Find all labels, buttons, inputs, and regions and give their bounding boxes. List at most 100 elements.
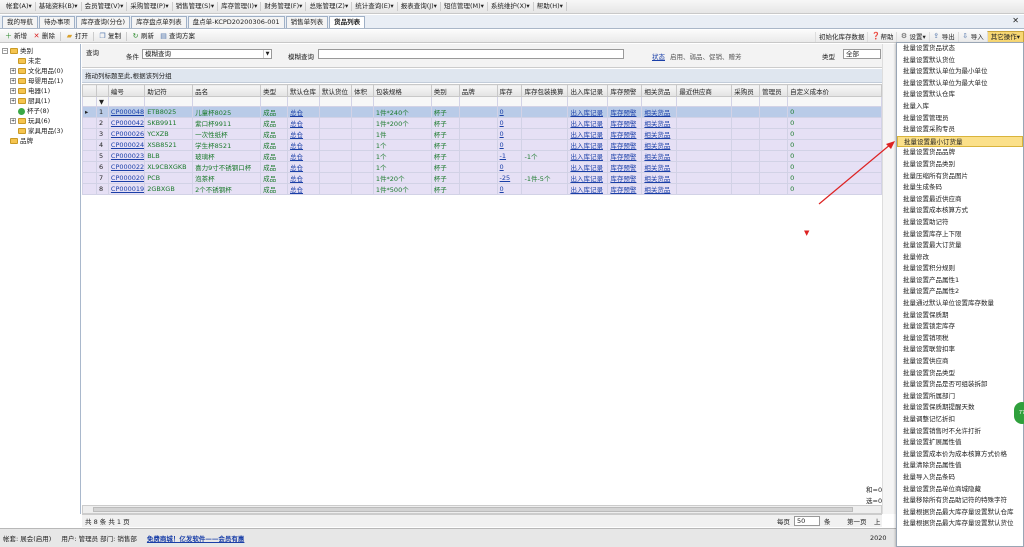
menu-item[interactable]: 系统维护(X)▾ <box>488 2 534 11</box>
condition-select[interactable]: 模糊查询 ▼ <box>142 49 272 59</box>
table-cell[interactable]: 相关货品 <box>641 128 678 140</box>
menu-item-batch[interactable]: 批量设置成本价为成本核算方式价格 <box>897 449 1023 461</box>
menu-item-batch[interactable]: 批量设置销售时不允许打折 <box>897 426 1023 438</box>
table-cell[interactable]: 1件*200个 <box>372 117 432 129</box>
menu-item-batch[interactable]: 批量导入货品条码 <box>897 472 1023 484</box>
table-cell[interactable]: 出入库记录 <box>567 117 609 129</box>
horizontal-scrollbar[interactable] <box>82 505 882 514</box>
table-cell[interactable]: 1件*500个 <box>372 183 432 195</box>
table-cell[interactable]: 出入库记录 <box>567 161 609 173</box>
menu-item-batch[interactable]: 批量设置默认单位为最大单位 <box>897 78 1023 90</box>
status-link[interactable]: 状态 <box>652 51 665 61</box>
table-cell[interactable] <box>521 106 569 118</box>
menu-item-batch[interactable]: 批量设置产品属性1 <box>897 275 1023 287</box>
column-header[interactable]: 默认货位 <box>318 84 352 97</box>
table-cell[interactable]: 成品 <box>260 139 289 151</box>
filter-cell[interactable] <box>731 96 761 107</box>
table-cell[interactable]: 一次性纸杯 <box>192 128 262 140</box>
menu-item-batch[interactable]: 批量设置扩展属性值 <box>897 437 1023 449</box>
menu-item-batch[interactable]: 批量设置最小订货量 <box>897 135 1023 148</box>
grid-vertical-scrollbar[interactable] <box>882 44 896 514</box>
table-cell[interactable]: 0 <box>496 161 523 173</box>
filter-cell[interactable] <box>496 96 523 107</box>
menu-item-batch[interactable]: 批量设置默认单位为最小单位 <box>897 66 1023 78</box>
table-cell[interactable]: 库存预警 <box>607 128 643 140</box>
menu-item[interactable]: 总账管理(Z)▾ <box>306 2 353 11</box>
menu-item-batch[interactable]: 批量设置所属部门 <box>897 391 1023 403</box>
table-cell[interactable]: 成品 <box>260 150 289 162</box>
column-header[interactable] <box>82 84 97 97</box>
copy-button[interactable]: ❐ 复制 <box>96 31 124 41</box>
table-cell[interactable]: 1个 <box>372 161 432 173</box>
table-cell[interactable]: 0 <box>787 106 882 118</box>
table-cell[interactable]: 总仓 <box>287 139 320 151</box>
table-cell[interactable]: XSB8521 <box>144 139 194 151</box>
scrollbar-thumb[interactable] <box>93 507 853 512</box>
prev-page-button[interactable]: 上 <box>874 516 881 526</box>
table-cell[interactable]: 1件 <box>372 128 432 140</box>
table-cell[interactable] <box>521 183 569 195</box>
menu-item-batch[interactable]: 批量设置助记符 <box>897 217 1023 229</box>
menu-item-batch[interactable]: 批量调整记忆折扣 <box>897 414 1023 426</box>
table-cell[interactable]: 库存预警 <box>607 150 643 162</box>
init-stock-button[interactable]: 初始化库存数据 <box>814 31 868 42</box>
column-header[interactable]: 包装规格 <box>372 84 432 97</box>
table-cell[interactable]: 杯子 <box>430 172 460 184</box>
table-cell[interactable]: 喜力9寸不锈钢口杯 <box>192 161 262 173</box>
first-page-button[interactable]: 第一页 <box>847 516 867 526</box>
ad-link[interactable]: 免费商城！亿发软件——会员有惠 <box>147 533 245 543</box>
column-header[interactable]: 品牌 <box>458 84 498 97</box>
table-cell[interactable]: 总仓 <box>287 172 320 184</box>
tab-0[interactable]: 我的导航 <box>2 16 38 28</box>
filter-cell[interactable] <box>287 96 320 107</box>
table-cell[interactable]: 杯子 <box>430 183 460 195</box>
filter-cell[interactable] <box>372 96 432 107</box>
menu-item-batch[interactable]: 批量设置销项税 <box>897 333 1023 345</box>
per-page-select[interactable]: 50 <box>794 516 820 526</box>
table-cell[interactable]: 0 <box>496 128 523 140</box>
tree-item[interactable]: 品牌 <box>2 136 78 146</box>
table-cell[interactable]: 0 <box>496 139 523 151</box>
menu-item[interactable]: 基础资料(B)▾ <box>36 2 82 11</box>
filter-cell[interactable] <box>318 96 352 107</box>
table-cell[interactable]: ETB8025 <box>144 106 194 118</box>
menu-item-batch[interactable]: 批量设置库存上下限 <box>897 229 1023 241</box>
tree-item[interactable]: + 玩具(6) <box>2 116 78 126</box>
expand-icon[interactable]: + <box>10 88 16 94</box>
menu-item-batch[interactable]: 批量设置货品品牌 <box>897 147 1023 159</box>
table-cell[interactable]: 相关货品 <box>641 150 678 162</box>
menu-item[interactable]: 库存管理(I)▾ <box>218 2 262 11</box>
table-row[interactable]: ▸ 1 CP000048 ETB8025 儿童杯8025 成品 总仓 1件*240个 杯子 0 出入… <box>82 106 882 118</box>
column-header[interactable]: 默认仓库 <box>287 84 320 97</box>
column-header[interactable]: 体积 <box>350 84 374 97</box>
menu-item-batch[interactable]: 批量根据货品最大库存量设置默认货位 <box>897 518 1023 530</box>
menu-item-batch[interactable]: 批量设置货品类型 <box>897 368 1023 380</box>
column-header[interactable]: 助记符 <box>144 84 194 97</box>
menu-item-batch[interactable]: 批量设置货品是否可组装拆卸 <box>897 379 1023 391</box>
fuzzy-query-input[interactable] <box>318 49 624 59</box>
open-button[interactable]: ▰ 打开 <box>63 31 91 41</box>
menu-item[interactable]: 统计查询(E)▾ <box>352 2 398 11</box>
menu-item-batch[interactable]: 批量通过默认单位设置库存数量 <box>897 298 1023 310</box>
table-cell[interactable]: 总仓 <box>287 150 320 162</box>
table-cell[interactable]: 紫口杯9911 <box>192 117 262 129</box>
menu-item-batch[interactable]: 批量设置默认仓库 <box>897 89 1023 101</box>
expand-icon[interactable]: + <box>10 78 16 84</box>
table-cell[interactable]: 相关货品 <box>641 183 678 195</box>
table-cell[interactable]: 2 <box>95 117 109 129</box>
table-cell[interactable]: 总仓 <box>287 183 320 195</box>
column-header[interactable]: 库存 <box>496 84 523 97</box>
table-cell[interactable]: 8 <box>95 183 109 195</box>
filter-cell[interactable] <box>82 96 97 107</box>
menu-item-batch[interactable]: 批量压缩所有货品图片 <box>897 171 1023 183</box>
table-cell[interactable]: CP000042 <box>107 117 146 129</box>
table-cell[interactable]: 总仓 <box>287 117 320 129</box>
column-header[interactable]: 编号 <box>107 84 146 97</box>
tab-1[interactable]: 待办事项 <box>39 16 75 28</box>
table-cell[interactable]: 相关货品 <box>641 117 678 129</box>
table-cell[interactable] <box>521 139 569 151</box>
table-cell[interactable]: 成品 <box>260 128 289 140</box>
tab-4[interactable]: 盘点单-KCPD20200306-001 <box>187 16 285 28</box>
table-row[interactable]: 7 CP000020 PCB 泡茶杯 成品 总仓 1件*20个 杯子 -25 -1件-5个 出入库记… <box>82 172 882 184</box>
table-cell[interactable]: 2GBXGB <box>144 183 194 195</box>
